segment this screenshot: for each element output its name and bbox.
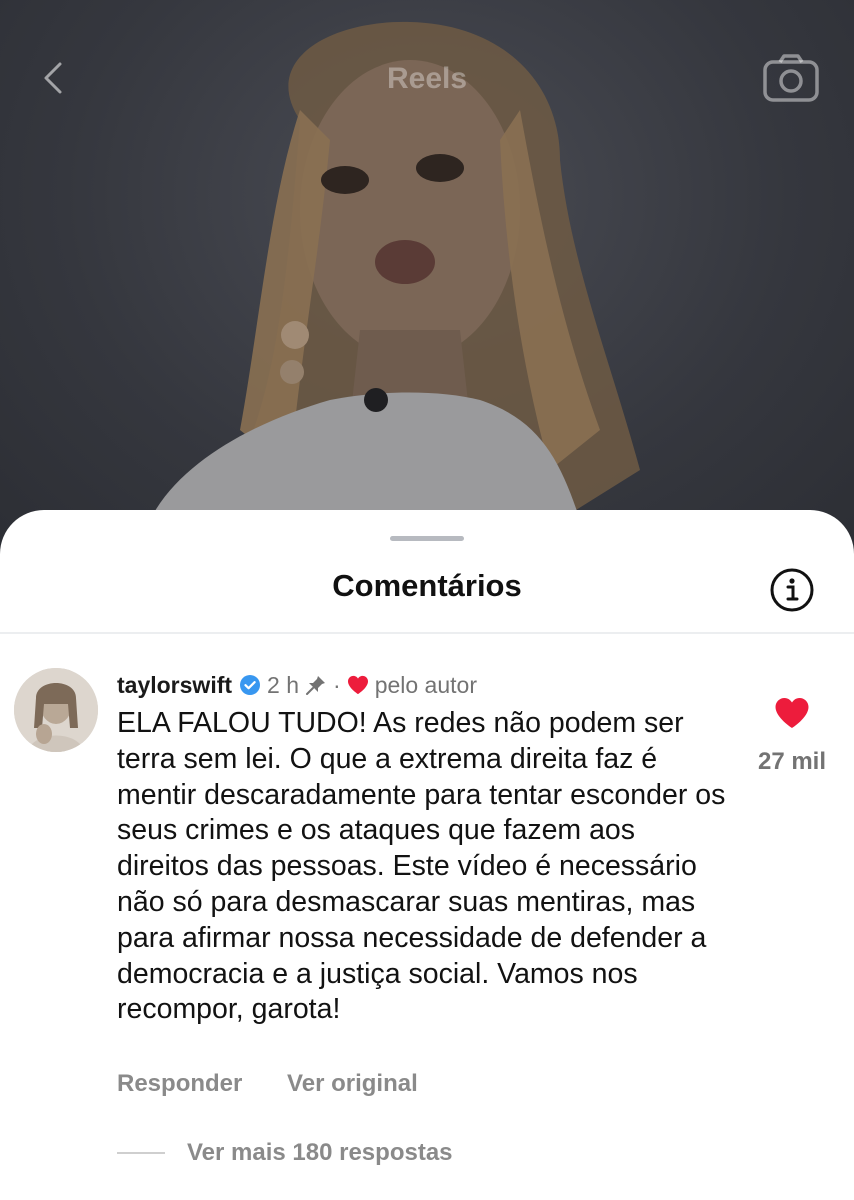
pin-icon	[306, 676, 326, 695]
like-heart-icon[interactable]	[774, 696, 810, 730]
liked-by-author-heart-icon	[347, 675, 368, 695]
avatar[interactable]	[14, 668, 98, 752]
comment-time: 2 h	[267, 671, 300, 698]
see-original-button[interactable]: Ver original	[287, 1070, 418, 1098]
info-icon[interactable]	[768, 566, 816, 614]
header-divider	[0, 632, 854, 634]
replies-line	[117, 1152, 165, 1154]
like-count: 27 mil	[757, 748, 827, 775]
view-more-replies[interactable]: Ver mais 180 respostas	[117, 1138, 453, 1168]
page-title: Reels	[386, 62, 468, 95]
liked-by-author-label: pelo autor	[374, 671, 477, 698]
avatar-image	[14, 668, 98, 752]
comment-actions: Responder Ver original	[117, 1070, 418, 1098]
comment-meta: taylorswift 2 h · pelo autor	[117, 670, 477, 700]
view-more-replies-label[interactable]: Ver mais 180 respostas	[187, 1139, 453, 1167]
comments-sheet: Comentários taylorswift 2 h · pelo autor…	[0, 510, 854, 1200]
verified-badge-icon	[240, 675, 261, 695]
meta-separator: ·	[333, 671, 341, 698]
reply-button[interactable]: Responder	[117, 1070, 242, 1098]
comment-text: ELA FALOU TUDO! As redes não podem ser t…	[117, 707, 726, 1026]
camera-icon[interactable]	[762, 52, 820, 104]
comment-username[interactable]: taylorswift	[117, 672, 232, 699]
sheet-drag-handle[interactable]	[390, 536, 464, 541]
reels-header: Reels	[0, 0, 854, 160]
sheet-title: Comentários	[332, 568, 522, 603]
